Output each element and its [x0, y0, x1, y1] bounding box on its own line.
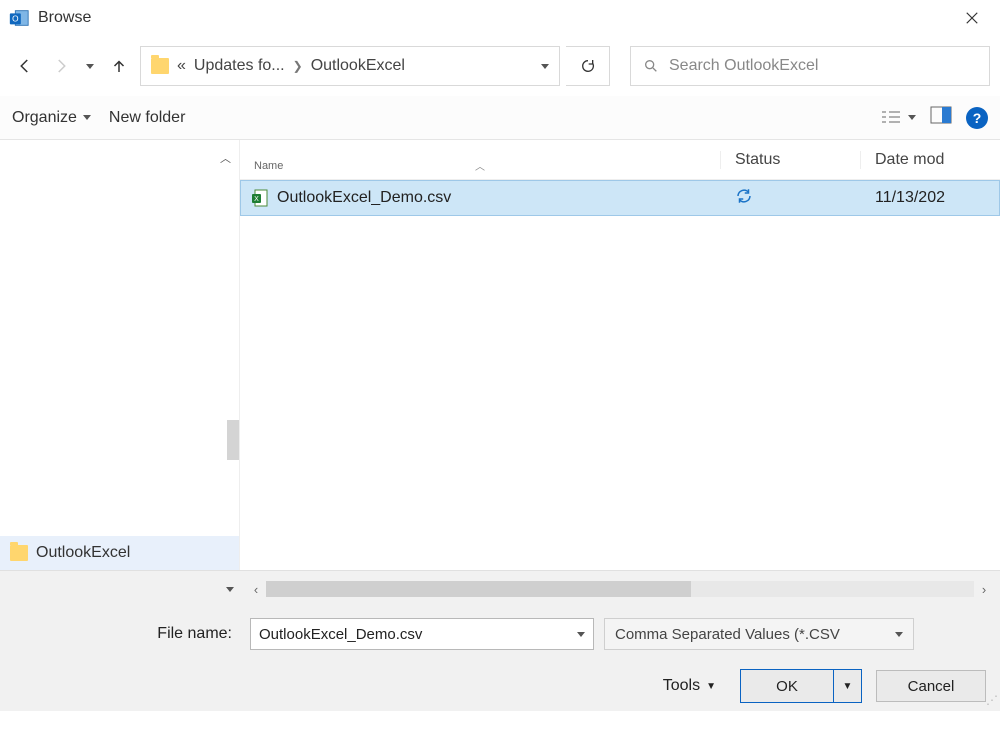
chevron-right-icon[interactable]: ❯ [293, 59, 303, 73]
search-placeholder: Search OutlookExcel [669, 57, 818, 75]
close-button[interactable] [952, 3, 992, 33]
tools-label: Tools [663, 677, 700, 695]
navpane-item-label: OutlookExcel [36, 544, 130, 562]
breadcrumb-prefix: « [177, 57, 186, 75]
scrollbar-thumb[interactable] [266, 581, 691, 597]
address-dropdown[interactable] [541, 60, 549, 72]
up-button[interactable] [104, 50, 134, 82]
horizontal-scrollbar[interactable]: ‹ › [240, 581, 1000, 597]
new-folder-button[interactable]: New folder [109, 109, 185, 127]
file-name: OutlookExcel_Demo.csv [277, 189, 451, 207]
column-status[interactable]: Status [720, 151, 860, 169]
file-type-value: Comma Separated Values (*.CSV [615, 626, 840, 643]
main-content: ︿ OutlookExcel ︿ Name Status Date mod X … [0, 140, 1000, 570]
new-folder-label: New folder [109, 109, 185, 127]
toolbar: Organize New folder ? [0, 96, 1000, 140]
help-button[interactable]: ? [966, 107, 988, 129]
file-date: 11/13/202 [861, 189, 999, 207]
column-headers: ︿ Name Status Date mod [240, 140, 1000, 180]
view-options-button[interactable] [880, 109, 916, 127]
column-date[interactable]: Date mod [860, 151, 1000, 169]
search-icon [643, 58, 659, 74]
title-bar: O Browse [0, 0, 1000, 36]
breadcrumb-part[interactable]: Updates fo... [194, 57, 285, 75]
organize-label: Organize [12, 109, 77, 127]
chevron-up-icon[interactable]: ︿ [220, 150, 231, 166]
refresh-button[interactable] [566, 46, 610, 86]
file-type-select[interactable]: Comma Separated Values (*.CSV [604, 618, 914, 650]
svg-text:O: O [12, 15, 19, 24]
column-name[interactable]: Name [254, 160, 283, 172]
file-name-input[interactable]: OutlookExcel_Demo.csv [250, 618, 594, 650]
file-row[interactable]: X OutlookExcel_Demo.csv 11/13/202 [240, 180, 1000, 216]
scroll-left-icon[interactable]: ‹ [246, 582, 266, 597]
folder-icon [151, 58, 169, 74]
folder-icon [10, 545, 28, 561]
resize-grip[interactable]: ⋰ [986, 693, 996, 707]
forward-button[interactable] [46, 50, 76, 82]
navpane-selected-item[interactable]: OutlookExcel [0, 536, 239, 570]
excel-file-icon: X [251, 189, 269, 207]
sync-icon [735, 187, 753, 210]
ok-button[interactable]: OK [741, 670, 833, 702]
navpane-dropdown[interactable] [0, 587, 240, 592]
preview-pane-button[interactable] [930, 106, 952, 129]
window-title: Browse [38, 9, 91, 27]
chevron-down-icon[interactable] [577, 632, 585, 637]
back-button[interactable] [10, 50, 40, 82]
address-bar[interactable]: « Updates fo... ❯ OutlookExcel [140, 46, 560, 86]
ok-dropdown[interactable]: ▼ [833, 670, 861, 702]
sort-indicator-icon: ︿ [475, 158, 485, 173]
chevron-down-icon[interactable] [895, 632, 903, 637]
outlook-icon: O [8, 7, 30, 29]
tools-button[interactable]: Tools ▼ [663, 677, 716, 695]
history-dropdown[interactable] [82, 64, 98, 69]
scrollbar-thumb[interactable] [227, 420, 239, 460]
file-list: ︿ Name Status Date mod X OutlookExcel_De… [240, 140, 1000, 570]
file-name-value: OutlookExcel_Demo.csv [259, 626, 422, 643]
file-name-label: File name: [14, 625, 240, 643]
ok-label: OK [776, 678, 798, 695]
dialog-footer: ‹ › File name: OutlookExcel_Demo.csv Com… [0, 570, 1000, 711]
breadcrumb-part[interactable]: OutlookExcel [311, 57, 405, 75]
organize-button[interactable]: Organize [12, 109, 91, 127]
navigation-pane[interactable]: ︿ OutlookExcel [0, 140, 240, 570]
scroll-right-icon[interactable]: › [974, 582, 994, 597]
cancel-button[interactable]: Cancel [876, 670, 986, 702]
search-input[interactable]: Search OutlookExcel [630, 46, 990, 86]
navigation-bar: « Updates fo... ❯ OutlookExcel Search Ou… [0, 36, 1000, 96]
ok-button-group: OK ▼ [740, 669, 862, 703]
cancel-label: Cancel [908, 678, 955, 695]
svg-text:X: X [254, 196, 259, 203]
